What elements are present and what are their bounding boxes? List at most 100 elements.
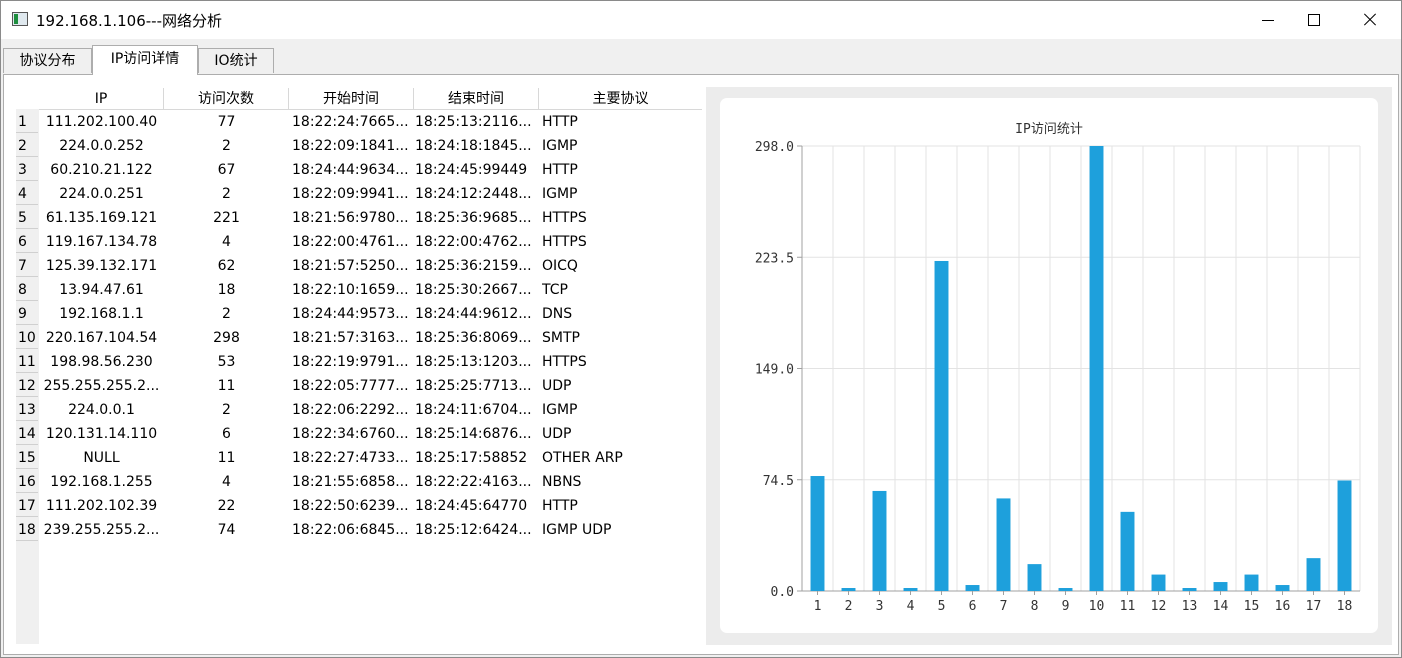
cell-main-protocol: HTTP xyxy=(542,498,578,514)
header-ip[interactable]: IP xyxy=(39,88,164,109)
app-icon xyxy=(12,12,28,26)
bar-14 xyxy=(1213,582,1228,591)
cell-end-time: 18:22:22:4163... xyxy=(415,474,532,490)
cell-end-time: 18:24:12:2448... xyxy=(415,186,532,202)
cell-visit-count: 11 xyxy=(217,450,236,466)
table-row[interactable]: 6 119.167.134.78 4 18:22:00:4761... 18:22:00… xyxy=(16,230,702,254)
cell-end-time: 18:25:17:58852 xyxy=(415,450,528,466)
cell-visit-count: 6 xyxy=(222,426,231,442)
table-row[interactable]: 10 220.167.104.54 298 18:21:57:3163... 18:25… xyxy=(16,326,702,350)
row-number[interactable]: 15 xyxy=(16,446,38,469)
close-button[interactable] xyxy=(1347,1,1393,39)
row-number[interactable]: 6 xyxy=(16,230,38,253)
maximize-button[interactable] xyxy=(1291,1,1337,39)
title-bar[interactable]: 192.168.1.106---网络分析 xyxy=(1,1,1401,39)
cell-end-time: 18:24:45:99449 xyxy=(415,162,528,178)
cell-end-time: 18:24:11:6704... xyxy=(415,402,532,418)
table-row[interactable]: 17 111.202.102.39 22 18:22:50:6239... 18:24:… xyxy=(16,494,702,518)
table-row[interactable]: 5 61.135.169.121 221 18:21:56:9780... 18:25:… xyxy=(16,206,702,230)
table-row[interactable]: 18 239.255.255.2... 74 18:22:06:6845... 18:2… xyxy=(16,518,702,542)
cell-end-time: 18:25:13:1203... xyxy=(415,354,532,370)
row-number[interactable]: 1 xyxy=(16,110,38,133)
tab-bar: 协议分布 IP访问详情 IO统计 xyxy=(1,45,1401,75)
ip-access-table[interactable]: IP 访问次数 开始时间 结束时间 主要协议 1 111.202.100.40 7 7… xyxy=(16,88,702,644)
row-number[interactable]: 3 xyxy=(16,158,38,181)
table-row[interactable]: 2 224.0.0.252 2 18:22:09:1841... 18:24:18:18… xyxy=(16,134,702,158)
table-row[interactable]: 14 120.131.14.110 6 18:22:34:6760... 18:25:1… xyxy=(16,422,702,446)
row-number[interactable]: 10 xyxy=(16,326,38,349)
cell-main-protocol: IGMP xyxy=(542,138,578,154)
bar-17 xyxy=(1306,558,1321,591)
row-number[interactable]: 17 xyxy=(16,494,38,517)
row-number[interactable]: 4 xyxy=(16,182,38,205)
row-number[interactable]: 18 xyxy=(16,518,38,541)
cell-main-protocol: HTTP xyxy=(542,114,578,130)
x-tick-label: 13 xyxy=(1182,599,1198,614)
row-number[interactable]: 9 xyxy=(16,302,38,325)
row-number[interactable]: 2 xyxy=(16,134,38,157)
cell-ip: 111.202.100.40 xyxy=(45,114,158,130)
cell-ip: 255.255.255.2... xyxy=(43,378,160,394)
cell-ip: 119.167.134.78 xyxy=(45,234,158,250)
x-tick-label: 16 xyxy=(1275,599,1291,614)
row-number[interactable]: 16 xyxy=(16,470,38,493)
bar-16 xyxy=(1275,585,1290,591)
row-number[interactable]: 11 xyxy=(16,350,38,373)
table-row[interactable]: 15 NULL 11 18:22:27:4733... 18:25:17:58852 OT… xyxy=(16,446,702,470)
row-number[interactable]: 13 xyxy=(16,398,38,421)
x-tick-label: 18 xyxy=(1337,599,1353,614)
tab-protocol-distribution[interactable]: 协议分布 xyxy=(3,48,92,73)
header-end-time[interactable]: 结束时间 xyxy=(414,88,539,109)
table-row[interactable]: 13 224.0.0.1 2 18:22:06:2292... 18:24:11:670… xyxy=(16,398,702,422)
table-row[interactable]: 9 192.168.1.1 2 18:24:44:9573... 18:24:44:96… xyxy=(16,302,702,326)
cell-start-time: 18:21:57:5250... xyxy=(292,258,409,274)
cell-main-protocol: DNS xyxy=(542,306,573,322)
cell-start-time: 18:24:44:9573... xyxy=(292,306,409,322)
cell-end-time: 18:25:12:6424... xyxy=(415,522,532,538)
header-start-time[interactable]: 开始时间 xyxy=(289,88,414,109)
cell-ip: 224.0.0.252 xyxy=(59,138,144,154)
bar-1 xyxy=(810,476,825,591)
cell-end-time: 18:25:14:6876... xyxy=(415,426,532,442)
table-row[interactable]: 7 125.39.132.171 62 18:21:57:5250... 18:25:3… xyxy=(16,254,702,278)
table-row[interactable]: 3 60.210.21.122 67 18:24:44:9634... 18:24:45… xyxy=(16,158,702,182)
cell-main-protocol: UDP xyxy=(542,378,572,394)
table-row[interactable]: 11 198.98.56.230 53 18:22:19:9791... 18:25:1… xyxy=(16,350,702,374)
bar-15 xyxy=(1244,574,1259,591)
cell-visit-count: 2 xyxy=(222,138,231,154)
y-tick-label: 74.5 xyxy=(763,474,794,489)
cell-end-time: 18:25:30:2667... xyxy=(415,282,532,298)
header-main-protocol[interactable]: 主要协议 xyxy=(539,88,702,109)
x-tick-label: 12 xyxy=(1151,599,1167,614)
x-tick-label: 11 xyxy=(1120,599,1136,614)
x-tick-label: 4 xyxy=(907,599,915,614)
table-row[interactable]: 12 255.255.255.2... 11 18:22:05:7777... 18:2… xyxy=(16,374,702,398)
table-row[interactable]: 4 224.0.0.251 2 18:22:09:9941... 18:24:12:24… xyxy=(16,182,702,206)
row-number[interactable]: 12 xyxy=(16,374,38,397)
y-tick-label: 223.5 xyxy=(755,251,794,266)
table-row[interactable]: 16 192.168.1.255 4 18:21:55:6858... 18:22:22… xyxy=(16,470,702,494)
cell-start-time: 18:22:06:6845... xyxy=(292,522,409,538)
maximize-icon xyxy=(1308,14,1320,26)
cell-start-time: 18:22:24:7665... xyxy=(292,114,409,130)
cell-ip: 224.0.0.251 xyxy=(59,186,144,202)
bar-9 xyxy=(1058,588,1073,591)
cell-ip: 198.98.56.230 xyxy=(50,354,153,370)
tab-ip-access-details[interactable]: IP访问详情 xyxy=(92,45,198,75)
cell-ip: 239.255.255.2... xyxy=(43,522,160,538)
cell-ip: 125.39.132.171 xyxy=(45,258,158,274)
x-tick-label: 14 xyxy=(1213,599,1229,614)
cell-visit-count: 67 xyxy=(217,162,236,178)
minimize-button[interactable] xyxy=(1245,1,1291,39)
row-number[interactable]: 7 xyxy=(16,254,38,277)
tab-io-statistics[interactable]: IO统计 xyxy=(198,48,274,73)
row-number[interactable]: 14 xyxy=(16,422,38,445)
row-number[interactable]: 5 xyxy=(16,206,38,229)
table-row[interactable]: 8 13.94.47.61 18 18:22:10:1659... 18:25:30:2… xyxy=(16,278,702,302)
cell-visit-count: 74 xyxy=(217,522,236,538)
row-number[interactable]: 8 xyxy=(16,278,38,301)
table-row[interactable]: 1 111.202.100.40 77 18:22:24:7665... 18:25:1… xyxy=(16,110,702,134)
cell-start-time: 18:21:57:3163... xyxy=(292,330,409,346)
header-visit-count[interactable]: 访问次数 xyxy=(164,88,289,109)
cell-main-protocol: HTTPS xyxy=(542,354,587,370)
